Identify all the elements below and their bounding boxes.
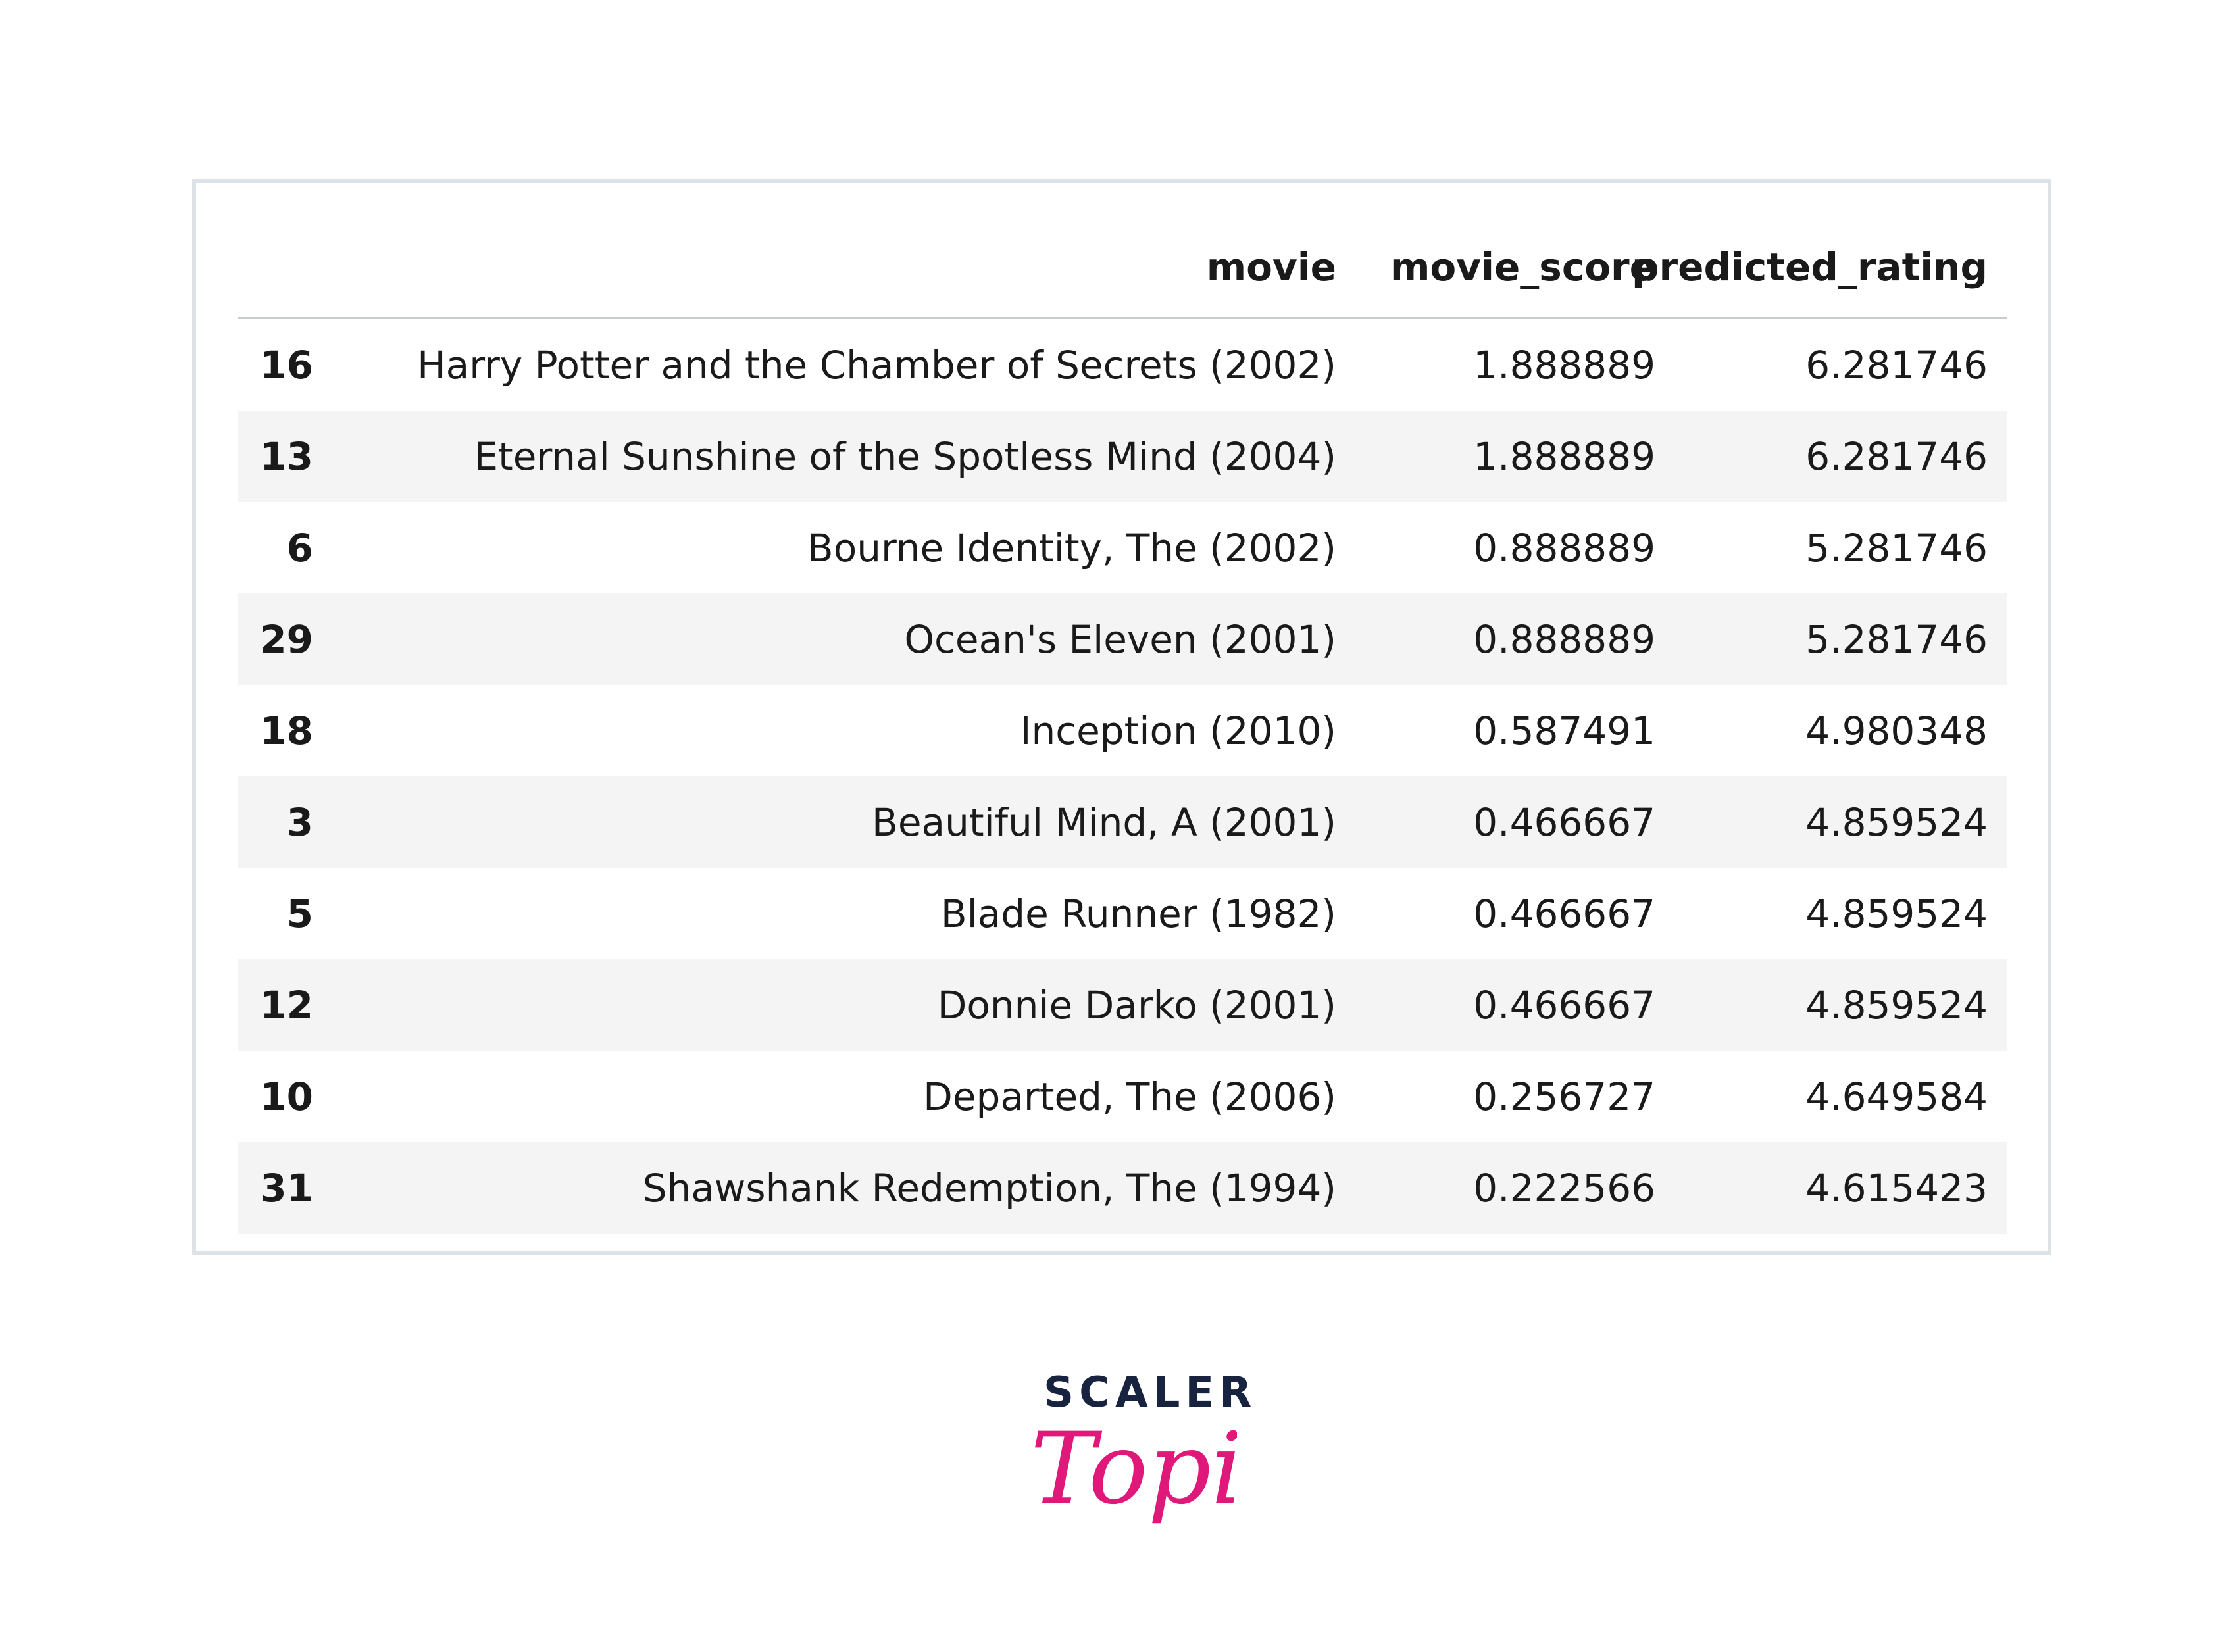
cell-movie: Bourne Identity, The (2002)	[807, 525, 1336, 570]
table-row: 16 Harry Potter and the Chamber of Secre…	[238, 319, 2007, 411]
table-row: 18 Inception (2010) 0.587491 4.980348	[238, 685, 2007, 776]
row-index: 16	[260, 342, 313, 388]
cell-movie-score: 0.466667	[1473, 982, 1655, 1028]
table-row: 31 Shawshank Redemption, The (1994) 0.22…	[238, 1142, 2007, 1234]
cell-movie: Harry Potter and the Chamber of Secrets …	[417, 342, 1336, 388]
scaler-topics-logo: SCALER Topics	[1026, 1368, 1251, 1553]
header-movie: movie	[1206, 245, 1336, 289]
table-row: 10 Departed, The (2006) 0.256727 4.64958…	[238, 1051, 2007, 1142]
cell-predicted-rating: 4.615423	[1805, 1165, 1988, 1211]
cell-movie-score: 0.466667	[1473, 891, 1655, 936]
cell-movie: Beautiful Mind, A (2001)	[872, 799, 1336, 845]
cell-movie-score: 0.888889	[1473, 525, 1655, 570]
cell-predicted-rating: 5.281746	[1805, 616, 1988, 662]
cell-predicted-rating: 6.281746	[1805, 342, 1988, 388]
table-row: 3 Beautiful Mind, A (2001) 0.466667 4.85…	[238, 776, 2007, 868]
table-row: 12 Donnie Darko (2001) 0.466667 4.859524	[238, 959, 2007, 1051]
row-index: 6	[286, 525, 313, 570]
row-index: 13	[260, 434, 313, 479]
cell-movie: Blade Runner (1982)	[940, 891, 1336, 936]
table-header: movie movie_score predicted_rating	[238, 217, 2007, 319]
dataframe-output: movie movie_score predicted_rating 16 Ha…	[192, 179, 2051, 1255]
cell-predicted-rating: 4.649584	[1805, 1074, 1988, 1119]
table-row: 29 Ocean's Eleven (2001) 0.888889 5.2817…	[238, 593, 2007, 685]
cell-predicted-rating: 4.859524	[1805, 799, 1988, 845]
logo-wordmark: SCALER	[1043, 1368, 1257, 1417]
logo-script: Topics	[1030, 1425, 1237, 1526]
cell-movie-score: 1.888889	[1473, 342, 1655, 388]
cell-movie-score: 1.888889	[1473, 434, 1655, 479]
cell-movie-score: 0.888889	[1473, 616, 1655, 662]
header-index	[238, 217, 313, 317]
cell-predicted-rating: 6.281746	[1805, 434, 1988, 479]
header-movie-score: movie_score	[1390, 245, 1655, 289]
cell-predicted-rating: 4.980348	[1805, 708, 1988, 753]
cell-movie: Shawshank Redemption, The (1994)	[642, 1165, 1336, 1211]
logo-script-text: Topics	[1030, 1425, 1237, 1526]
header-predicted-rating: predicted_rating	[1632, 245, 1988, 289]
row-index: 31	[260, 1165, 313, 1211]
table-row: 5 Blade Runner (1982) 0.466667 4.859524	[238, 868, 2007, 959]
cell-movie: Ocean's Eleven (2001)	[904, 616, 1336, 662]
dataframe-table: movie movie_score predicted_rating 16 Ha…	[238, 217, 2007, 1234]
cell-movie-score: 0.587491	[1473, 708, 1655, 753]
row-index: 10	[260, 1074, 313, 1119]
cell-movie-score: 0.466667	[1473, 799, 1655, 845]
cell-predicted-rating: 4.859524	[1805, 891, 1988, 936]
cell-movie-score: 0.256727	[1473, 1074, 1655, 1119]
cell-predicted-rating: 5.281746	[1805, 525, 1988, 570]
cell-movie: Eternal Sunshine of the Spotless Mind (2…	[474, 434, 1336, 479]
row-index: 29	[260, 616, 313, 662]
table-row: 6 Bourne Identity, The (2002) 0.888889 5…	[238, 502, 2007, 593]
table-row: 13 Eternal Sunshine of the Spotless Mind…	[238, 411, 2007, 502]
row-index: 12	[260, 982, 313, 1028]
row-index: 3	[286, 799, 313, 845]
cell-movie: Inception (2010)	[1020, 708, 1336, 753]
cell-predicted-rating: 4.859524	[1805, 982, 1988, 1028]
row-index: 18	[260, 708, 313, 753]
row-index: 5	[286, 891, 313, 936]
cell-movie: Donnie Darko (2001)	[937, 982, 1336, 1028]
cell-movie-score: 0.222566	[1473, 1165, 1655, 1211]
cell-movie: Departed, The (2006)	[923, 1074, 1336, 1119]
